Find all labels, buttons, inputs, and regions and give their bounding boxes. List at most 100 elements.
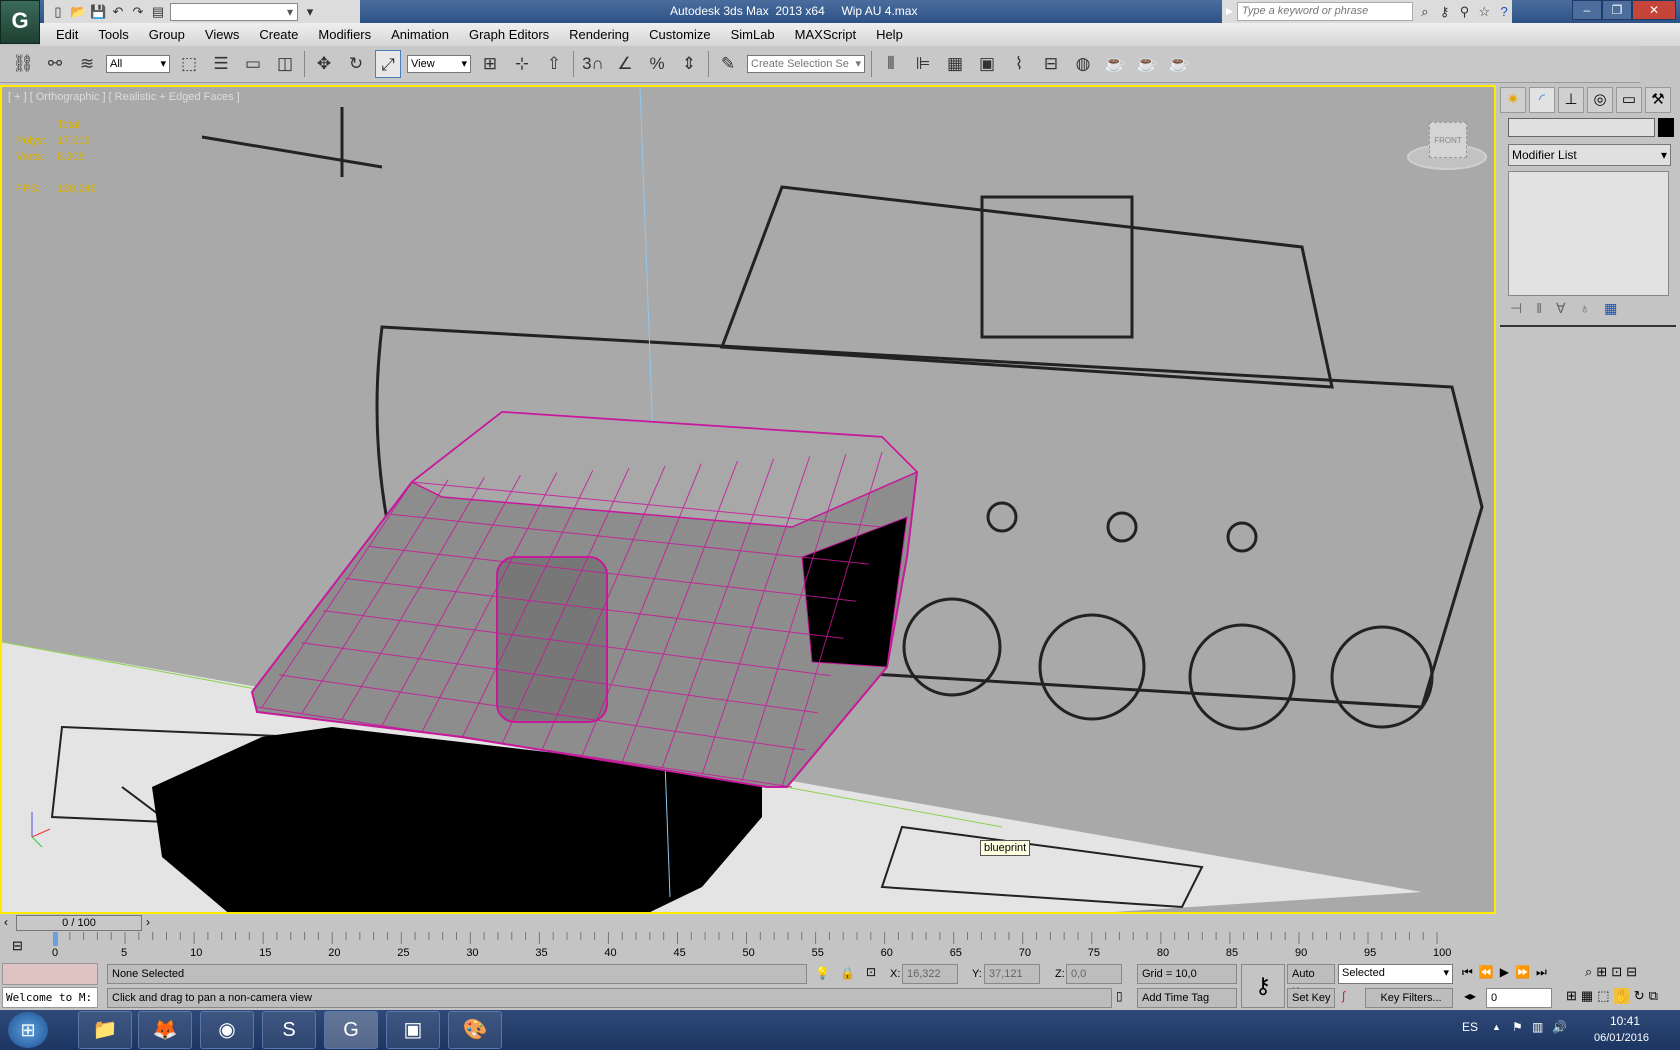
- absolute-mode-icon[interactable]: ⊡: [866, 965, 876, 979]
- key-icon[interactable]: ⚷: [1437, 4, 1453, 20]
- select-manipulate-icon[interactable]: ⊹: [509, 50, 535, 78]
- project-folder-icon[interactable]: ▤: [150, 4, 166, 20]
- render-setup-icon[interactable]: ☕: [1102, 50, 1128, 78]
- move-icon[interactable]: ✥: [311, 50, 337, 78]
- maximize-viewport-icon[interactable]: ⧉: [1649, 988, 1658, 1004]
- show-end-result-icon[interactable]: ‖: [1536, 300, 1542, 317]
- start-button[interactable]: ⊞: [8, 1012, 48, 1048]
- rect-selection-icon[interactable]: ▭: [240, 50, 266, 78]
- x-coordinate-field[interactable]: 16,322: [902, 964, 958, 984]
- customize-qat-icon[interactable]: ▾: [302, 4, 318, 20]
- unlink-icon[interactable]: ⚯: [42, 50, 68, 78]
- z-coordinate-field[interactable]: 0,0: [1066, 964, 1122, 984]
- spinner-snap-icon[interactable]: ⇕: [676, 50, 702, 78]
- maxscript-mini-listener[interactable]: Welcome to M:: [2, 987, 98, 1008]
- modifier-stack[interactable]: [1508, 171, 1669, 296]
- viewcube[interactable]: FRONT: [1407, 122, 1487, 172]
- photo-viewer-taskbar-icon[interactable]: ▣: [386, 1011, 440, 1049]
- key-filters-button[interactable]: Key Filters...: [1365, 988, 1453, 1008]
- app-menu-button[interactable]: G: [0, 0, 40, 44]
- snap-toggle-icon[interactable]: 3∩: [580, 50, 606, 78]
- viewport-label-menu[interactable]: [ + ] [ Orthographic ] [ Realistic + Edg…: [8, 91, 240, 103]
- make-unique-icon[interactable]: ∀: [1556, 300, 1566, 317]
- add-time-tag-button[interactable]: Add Time Tag: [1137, 988, 1237, 1008]
- track-bar[interactable]: 0 5 10 15 20 25 30 35 40 45 50 55 60 65 70 75 80 85 90 95 10…: [50, 932, 1451, 961]
- show-hidden-icons[interactable]: ▲: [1492, 1022, 1501, 1032]
- menu-rendering[interactable]: Rendering: [569, 27, 629, 42]
- minimize-button[interactable]: –: [1572, 0, 1602, 20]
- next-frame-icon[interactable]: ⏩: [1515, 965, 1530, 980]
- field-of-view-icon[interactable]: ▦: [1581, 988, 1593, 1004]
- search-input[interactable]: Type a keyword or phrase: [1236, 2, 1413, 21]
- current-frame-field[interactable]: 0: [1486, 988, 1552, 1008]
- hierarchy-tab-icon[interactable]: ⊥: [1558, 87, 1584, 113]
- action-center-flag-icon[interactable]: ⚑: [1512, 1020, 1523, 1034]
- firefox-taskbar-icon[interactable]: 🦊: [138, 1011, 192, 1049]
- play-icon[interactable]: ▶: [1500, 965, 1509, 980]
- viewport-orthographic[interactable]: [ + ] [ Orthographic ] [ Realistic + Edg…: [0, 85, 1496, 914]
- modifier-list-dropdown[interactable]: Modifier List: [1508, 144, 1671, 166]
- rotate-icon[interactable]: ↻: [343, 50, 369, 78]
- graphite-ribbon-icon[interactable]: ▣: [974, 50, 1000, 78]
- configure-modifier-sets-icon[interactable]: ▦: [1604, 300, 1617, 317]
- selection-filter-dropdown[interactable]: All: [106, 55, 170, 73]
- edit-named-selection-icon[interactable]: ✎: [715, 50, 741, 78]
- create-tab-icon[interactable]: ✷: [1500, 87, 1526, 113]
- menu-simlab[interactable]: SimLab: [731, 27, 775, 42]
- skype-taskbar-icon[interactable]: S: [262, 1011, 316, 1049]
- key-mode-dropdown[interactable]: Selected: [1338, 964, 1453, 984]
- menu-create[interactable]: Create: [259, 27, 298, 42]
- menu-views[interactable]: Views: [205, 27, 239, 42]
- maxscript-listener-output[interactable]: [2, 963, 98, 985]
- time-tag-icon[interactable]: ▯: [1116, 989, 1123, 1003]
- keyboard-shortcut-override-icon[interactable]: ⇧: [541, 50, 567, 78]
- time-config-icon[interactable]: ⊞: [1566, 988, 1577, 1004]
- mirror-icon[interactable]: ⫴: [878, 50, 904, 78]
- binoculars-icon[interactable]: ⌕: [1417, 4, 1433, 20]
- 3dsmax-taskbar-icon[interactable]: G: [324, 1011, 378, 1049]
- named-selection-dropdown[interactable]: Create Selection Se: [747, 55, 865, 73]
- schematic-view-icon[interactable]: ⊟: [1038, 50, 1064, 78]
- help-icon[interactable]: ?: [1496, 4, 1512, 20]
- rendered-frame-icon[interactable]: ☕: [1134, 50, 1160, 78]
- open-file-icon[interactable]: 📂: [70, 4, 86, 20]
- menu-maxscript[interactable]: MAXScript: [795, 27, 856, 42]
- menu-modifiers[interactable]: Modifiers: [318, 27, 371, 42]
- close-button[interactable]: ✕: [1632, 0, 1676, 20]
- auto-key-button[interactable]: Auto Key: [1287, 964, 1335, 998]
- clock-time[interactable]: 10:41: [1610, 1014, 1640, 1028]
- language-indicator[interactable]: ES: [1462, 1020, 1478, 1034]
- workspace-dropdown[interactable]: Workspace_1: [170, 2, 298, 21]
- chrome-taskbar-icon[interactable]: ◉: [200, 1011, 254, 1049]
- clock-date[interactable]: 06/01/2016: [1594, 1032, 1649, 1044]
- link-icon[interactable]: ⛓: [10, 50, 36, 78]
- zoom-all-icon[interactable]: ⊞: [1596, 964, 1607, 980]
- align-icon[interactable]: ⊫: [910, 50, 936, 78]
- menu-customize[interactable]: Customize: [649, 27, 710, 42]
- curve-icon[interactable]: ∫: [1342, 989, 1345, 1003]
- window-crossing-icon[interactable]: ◫: [272, 50, 298, 78]
- orbit-icon[interactable]: ↻: [1634, 988, 1645, 1004]
- menu-graph-editors[interactable]: Graph Editors: [469, 27, 549, 42]
- go-to-end-icon[interactable]: ⏭: [1536, 965, 1547, 980]
- menu-tools[interactable]: Tools: [98, 27, 128, 42]
- save-icon[interactable]: 💾: [90, 4, 106, 20]
- expand-icon[interactable]: ▶: [1226, 6, 1233, 17]
- prev-frame-arrow-icon[interactable]: ‹: [4, 915, 8, 929]
- redo-icon[interactable]: ↷: [130, 4, 146, 20]
- previous-frame-icon[interactable]: ⏪: [1479, 965, 1494, 980]
- curve-editor-icon[interactable]: ⌇: [1006, 50, 1032, 78]
- paint-taskbar-icon[interactable]: 🎨: [448, 1011, 502, 1049]
- network-icon[interactable]: ▥: [1532, 1020, 1543, 1034]
- render-production-icon[interactable]: ☕: [1166, 50, 1192, 78]
- menu-help[interactable]: Help: [876, 27, 903, 42]
- percent-snap-icon[interactable]: %: [644, 50, 670, 78]
- remove-modifier-icon[interactable]: ♁: [1580, 300, 1591, 317]
- restore-button[interactable]: ❐: [1602, 0, 1632, 20]
- layer-manager-icon[interactable]: ▦: [942, 50, 968, 78]
- zoom-region-icon[interactable]: ⬚: [1597, 988, 1609, 1004]
- undo-icon[interactable]: ↶: [110, 4, 126, 20]
- material-editor-icon[interactable]: ◍: [1070, 50, 1096, 78]
- isolate-selection-icon[interactable]: 💡: [815, 966, 830, 980]
- motion-tab-icon[interactable]: ◎: [1587, 87, 1613, 113]
